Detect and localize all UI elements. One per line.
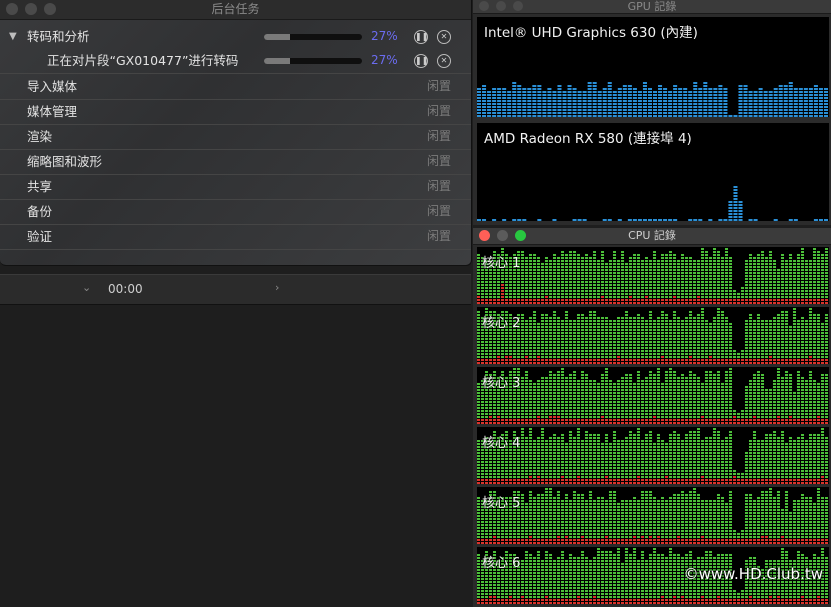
cpu-core-label: 核心 6 bbox=[482, 556, 521, 571]
minimize-window-button[interactable] bbox=[25, 3, 37, 15]
pause-job-button[interactable]: ❚❚ bbox=[414, 54, 428, 68]
cpu-core-usage-graph bbox=[477, 248, 828, 304]
task-row[interactable]: 媒体管理 闲置 bbox=[0, 99, 471, 125]
task-status: 闲置 bbox=[426, 79, 451, 93]
zoom-window-button[interactable] bbox=[515, 230, 526, 241]
task-row[interactable]: 缩略图和波形 闲置 bbox=[0, 149, 471, 175]
gpu-panel-amd: AMD Radeon RX 580 (連接埠 4) bbox=[477, 123, 829, 221]
task-label: 验证 bbox=[27, 229, 53, 244]
task-label: 缩略图和波形 bbox=[27, 154, 103, 169]
task-label: 备份 bbox=[27, 204, 53, 219]
gpu-name-label: Intel® UHD Graphics 630 (內建) bbox=[484, 25, 698, 41]
task-status: 闲置 bbox=[426, 129, 451, 143]
window-title: 后台任务 bbox=[211, 2, 260, 16]
cpu-core-label: 核心 4 bbox=[482, 436, 521, 451]
background-tasks-window: 后台任务 ▼ 转码和分析 27% ❚❚ ✕ 正在对片段“GX010477”进行转… bbox=[0, 0, 472, 266]
cpu-core-label: 核心 1 bbox=[482, 256, 521, 271]
close-window-button[interactable] bbox=[479, 1, 489, 11]
zoom-window-button[interactable] bbox=[44, 3, 56, 15]
task-status: 闲置 bbox=[426, 104, 451, 118]
background-tasks-titlebar: 后台任务 bbox=[0, 0, 471, 20]
task-status: 闲置 bbox=[426, 154, 451, 168]
disclosure-triangle-icon[interactable]: ▼ bbox=[9, 24, 17, 49]
task-row[interactable]: 共享 闲置 bbox=[0, 174, 471, 200]
cpu-core-label: 核心 3 bbox=[482, 376, 521, 391]
task-group-transcode[interactable]: ▼ 转码和分析 27% ❚❚ ✕ bbox=[0, 24, 471, 49]
task-row[interactable]: 渲染 闲置 bbox=[0, 124, 471, 150]
task-label: 渲染 bbox=[27, 129, 53, 144]
group-progress-bar bbox=[264, 34, 362, 40]
close-window-button[interactable] bbox=[479, 230, 490, 241]
gpu-history-titlebar: GPU 記錄 bbox=[473, 0, 831, 14]
task-row[interactable]: 备份 闲置 bbox=[0, 199, 471, 225]
cpu-history-titlebar: CPU 記錄 bbox=[473, 228, 831, 245]
cpu-core-panel: 核心 2 bbox=[477, 307, 829, 364]
window-controls bbox=[6, 3, 56, 15]
watermark-text: ©www.HD.Club.tw bbox=[683, 565, 823, 583]
timeline-toolbar: ⌄ 00:00 › bbox=[0, 274, 471, 305]
task-row[interactable]: 导入媒体 闲置 bbox=[0, 74, 471, 100]
task-status: 闲置 bbox=[426, 204, 451, 218]
window-controls bbox=[479, 1, 523, 11]
cancel-job-button[interactable]: ✕ bbox=[437, 54, 451, 68]
cpu-core-panel: 核心 4 bbox=[477, 427, 829, 484]
gpu-name-label: AMD Radeon RX 580 (連接埠 4) bbox=[484, 131, 692, 147]
window-title: CPU 記錄 bbox=[628, 229, 676, 242]
cpu-core-usage-graph bbox=[477, 488, 828, 544]
chevron-right-icon[interactable]: › bbox=[275, 281, 279, 294]
job-progress-bar bbox=[264, 58, 362, 64]
cpu-core-usage-graph bbox=[477, 308, 828, 364]
close-window-button[interactable] bbox=[6, 3, 18, 15]
window-controls bbox=[479, 230, 526, 241]
cpu-core-usage-graph bbox=[477, 428, 828, 484]
task-label: 导入媒体 bbox=[27, 79, 78, 94]
window-title: GPU 記錄 bbox=[627, 0, 677, 13]
chevron-down-icon[interactable]: ⌄ bbox=[82, 281, 91, 294]
timecode-display: 00:00 bbox=[108, 282, 143, 296]
minimize-window-button[interactable] bbox=[496, 1, 506, 11]
gpu-history-window: GPU 記錄 Intel® UHD Graphics 630 (內建) AMD … bbox=[473, 0, 831, 225]
cpu-core-panel: 核心 1 bbox=[477, 247, 829, 304]
task-status: 闲置 bbox=[426, 179, 451, 193]
group-progress-percent: 27% bbox=[371, 29, 398, 43]
cpu-core-panel: 核心 3 bbox=[477, 367, 829, 424]
cancel-group-button[interactable]: ✕ bbox=[437, 30, 451, 44]
minimize-window-button[interactable] bbox=[497, 230, 508, 241]
task-label: 共享 bbox=[27, 179, 53, 194]
task-group-label: 转码和分析 bbox=[27, 29, 90, 44]
cpu-core-panel: 核心 5 bbox=[477, 487, 829, 544]
cpu-history-window: CPU 記錄 核心 1 核心 2 核心 3 核心 4 核心 5 核心 6 bbox=[473, 228, 831, 607]
cpu-core-usage-graph bbox=[477, 368, 828, 424]
cpu-core-label: 核心 5 bbox=[482, 496, 521, 511]
task-status: 闲置 bbox=[426, 229, 451, 243]
zoom-window-button[interactable] bbox=[513, 1, 523, 11]
gpu-panel-intel: Intel® UHD Graphics 630 (內建) bbox=[477, 17, 829, 117]
job-progress-percent: 27% bbox=[371, 53, 398, 67]
cpu-core-label: 核心 2 bbox=[482, 316, 521, 331]
task-job-row: 正在对片段“GX010477”进行转码 27% ❚❚ ✕ bbox=[0, 48, 471, 74]
pause-group-button[interactable]: ❚❚ bbox=[414, 30, 428, 44]
task-label: 媒体管理 bbox=[27, 104, 78, 119]
task-row[interactable]: 验证 闲置 bbox=[0, 224, 471, 250]
task-job-label: 正在对片段“GX010477”进行转码 bbox=[47, 53, 239, 68]
